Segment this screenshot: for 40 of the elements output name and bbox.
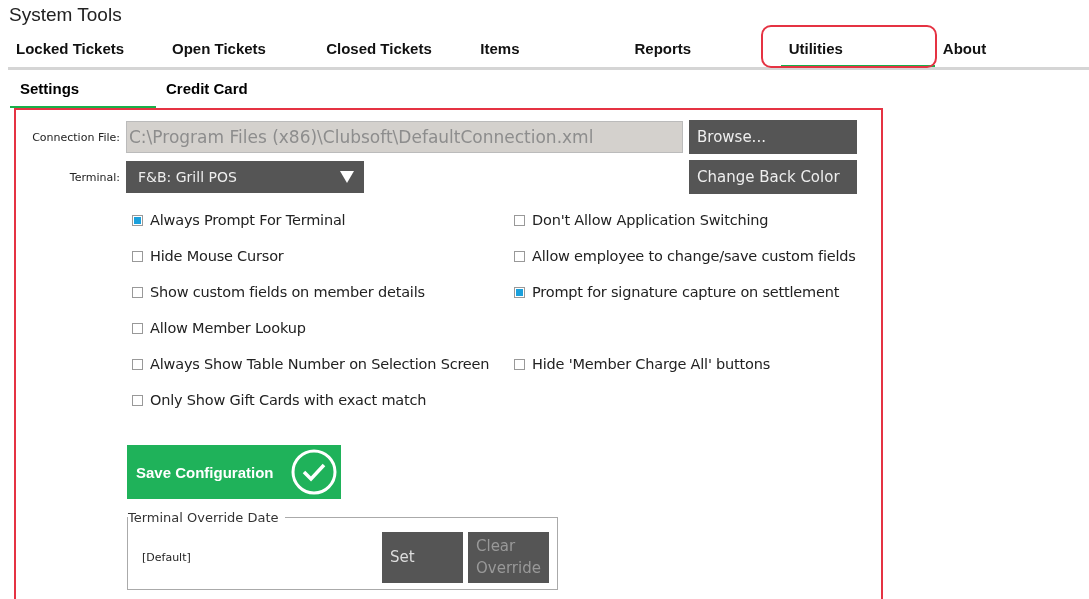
option-label: Hide 'Member Charge All' buttons	[532, 356, 771, 372]
tab[interactable]: Open Tickets	[164, 30, 319, 67]
subtab[interactable]: Credit Card	[156, 70, 302, 108]
option-label: Hide Mouse Cursor	[150, 248, 284, 264]
tab[interactable]: Items	[472, 30, 627, 67]
checkbox[interactable]	[514, 358, 525, 370]
checkbox[interactable]	[132, 394, 143, 406]
field-label: Connection File:	[31, 130, 120, 144]
checkbox[interactable]	[132, 322, 143, 334]
tab[interactable]: Closed Tickets	[318, 30, 473, 67]
option-label: Show custom fields on member details	[150, 284, 425, 300]
override-date-value: [Default]	[142, 550, 192, 564]
option-label: Always Prompt For Terminal	[150, 212, 346, 228]
option-label: Allow Member Lookup	[150, 320, 306, 336]
group-legend: Terminal Override Date	[128, 510, 285, 525]
checkbox[interactable]	[514, 286, 525, 298]
check-circle-icon	[291, 449, 337, 495]
subtab[interactable]: Settings	[10, 70, 156, 108]
option-label: Only Show Gift Cards with exact match	[150, 392, 427, 408]
override-button[interactable]: Set	[382, 531, 463, 583]
tab[interactable]: About	[934, 30, 1089, 67]
checkbox[interactable]	[132, 250, 143, 262]
tab[interactable]: Locked Tickets	[8, 30, 164, 67]
checkbox[interactable]	[514, 214, 525, 226]
tab[interactable]: Reports	[626, 30, 781, 67]
option-label: Allow employee to change/save custom fields	[532, 248, 856, 264]
checkbox[interactable]	[132, 286, 143, 298]
checkbox[interactable]	[514, 250, 525, 262]
window-title: System Tools	[8, 4, 123, 27]
terminal-dropdown[interactable]: F&B: Grill POS	[126, 161, 364, 193]
field-label: Terminal:	[68, 170, 120, 184]
option-label: Prompt for signature capture on settlement	[532, 284, 840, 300]
checkbox[interactable]	[132, 214, 143, 226]
option-label: Don't Allow Application Switching	[532, 212, 769, 228]
change-back-color-button[interactable]: Change Back Color	[689, 160, 857, 194]
caret-icon	[340, 171, 354, 183]
checkbox[interactable]	[132, 358, 143, 370]
option-label: Always Show Table Number on Selection Screen	[150, 356, 490, 372]
browse-button[interactable]: Browse...	[689, 120, 857, 154]
tab[interactable]: Utilities	[780, 30, 935, 67]
